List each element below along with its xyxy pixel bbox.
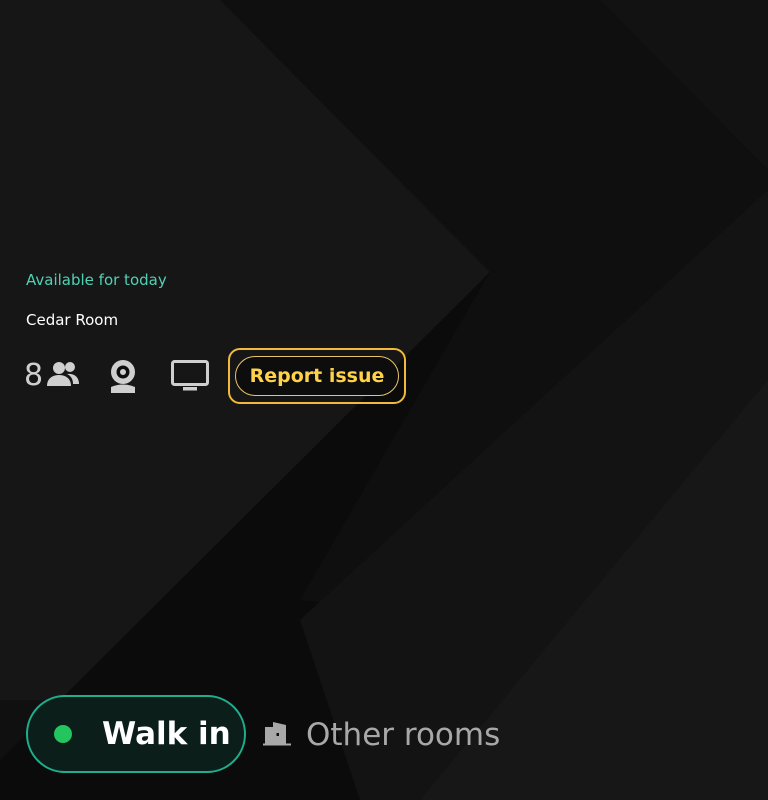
- report-issue-button[interactable]: Report issue: [228, 348, 406, 404]
- monitor-icon: [171, 360, 210, 392]
- walk-in-label: Walk in: [102, 716, 231, 752]
- other-rooms-button[interactable]: Other rooms: [262, 713, 500, 757]
- report-issue-label: Report issue: [235, 356, 399, 396]
- room-name: Cedar Room: [26, 311, 119, 329]
- webcam-icon: [108, 359, 138, 393]
- walk-in-button[interactable]: Walk in: [26, 695, 246, 773]
- availability-status: Available for today: [26, 271, 167, 289]
- room-features: 8: [24, 355, 210, 397]
- people-icon: [43, 360, 81, 392]
- room-capacity: 8: [24, 360, 81, 392]
- other-rooms-label: Other rooms: [306, 717, 501, 753]
- door-icon: [262, 719, 292, 752]
- capacity-count: 8: [24, 358, 44, 393]
- availability-dot-icon: [54, 725, 72, 743]
